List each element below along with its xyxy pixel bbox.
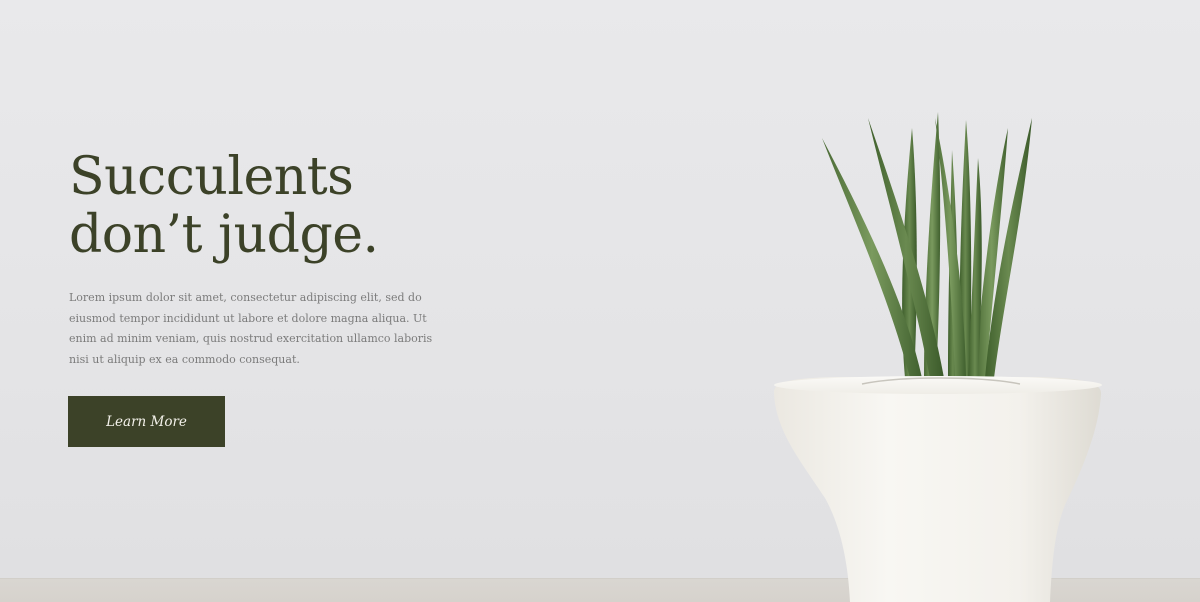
potted-plant-image	[774, 112, 1102, 602]
plant-leaves	[822, 112, 1032, 378]
hero-section: Succulents don’t judge. Lorem ipsum dolo…	[0, 0, 1200, 602]
white-pot	[774, 376, 1102, 602]
